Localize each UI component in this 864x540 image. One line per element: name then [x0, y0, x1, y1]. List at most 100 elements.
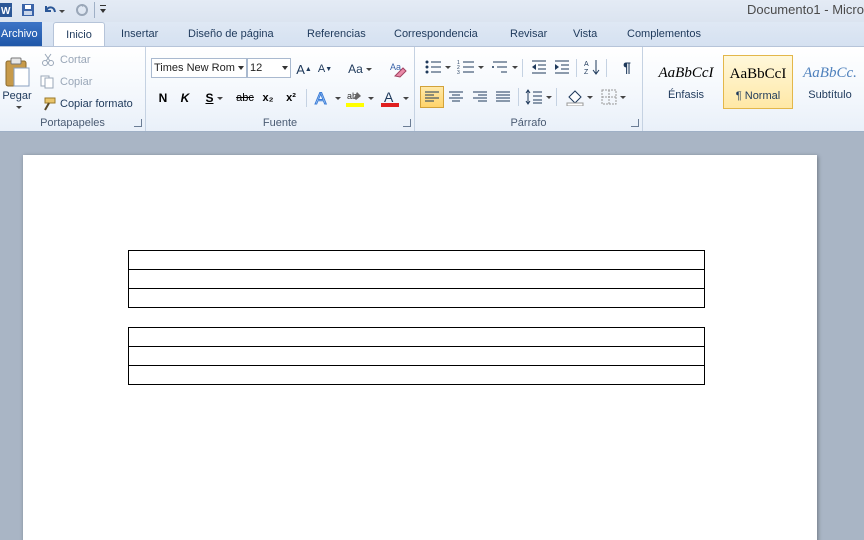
paragraph-launcher-icon[interactable] [631, 119, 639, 127]
shrink-font-button[interactable]: A ▼ [316, 60, 334, 78]
bold-button[interactable]: N [155, 89, 171, 107]
superscript-button[interactable]: x² [282, 89, 300, 107]
chevron-down-icon [238, 66, 244, 70]
ribbon: Pegar Cortar Copiar Copiar formato Porta… [0, 46, 864, 132]
tab-insertar[interactable]: Insertar [121, 22, 158, 46]
table-row [128, 250, 705, 270]
font-launcher-icon[interactable] [403, 119, 411, 127]
undo-icon[interactable] [42, 2, 58, 18]
bullets-button[interactable] [423, 57, 451, 77]
change-case-button[interactable]: Aa [347, 60, 373, 78]
justify-button[interactable] [492, 86, 514, 108]
tab-complementos[interactable]: Complementos [627, 22, 701, 46]
style-name: ¶ Normal [735, 90, 781, 102]
table-cell[interactable] [128, 250, 705, 270]
multilevel-list-button[interactable] [489, 57, 519, 77]
title-bar: W Documento1 - Micro [0, 0, 864, 22]
align-right-button[interactable] [469, 86, 491, 108]
table-row [128, 327, 705, 347]
copy-button[interactable]: Copiar [40, 74, 92, 90]
separator [606, 59, 607, 77]
separator [518, 88, 519, 106]
clipboard-launcher-icon[interactable] [134, 119, 142, 127]
qat-separator [94, 2, 95, 18]
style-subtitulo[interactable]: AaBbCc. Subtítulo [795, 55, 864, 109]
table-1[interactable] [128, 250, 705, 308]
table-cell[interactable] [128, 346, 705, 366]
numbered-list-icon: 123 [457, 60, 474, 75]
font-family-select[interactable]: Times New Rom [151, 58, 247, 78]
subscript-button[interactable]: x₂ [259, 89, 277, 107]
pilcrow-icon: ¶ [623, 59, 631, 75]
tab-referencias[interactable]: Referencias [307, 22, 366, 46]
undo-dropdown-icon[interactable] [58, 2, 66, 18]
style-sample: AaBbCc. [803, 65, 857, 81]
style-name: Subtítulo [808, 89, 852, 101]
table-cell[interactable] [128, 365, 705, 385]
borders-icon [601, 89, 616, 105]
table-row [128, 346, 705, 366]
decrease-indent-button[interactable] [529, 57, 549, 77]
document-page[interactable] [23, 155, 817, 540]
clear-format-button[interactable]: Aa [388, 59, 408, 79]
style-name: Énfasis [667, 89, 705, 101]
table-2[interactable] [128, 327, 705, 385]
font-color-icon: A [380, 89, 399, 107]
increase-indent-icon [555, 60, 569, 74]
style-enfasis[interactable]: AaBbCcI Énfasis [651, 55, 721, 109]
word-icon[interactable]: W [0, 2, 16, 18]
underline-label: S [205, 91, 214, 105]
text-effects-button[interactable]: A [313, 87, 341, 109]
line-spacing-button[interactable] [524, 86, 552, 108]
underline-button[interactable]: S [201, 89, 227, 107]
style-sample: AaBbCcI [729, 66, 787, 82]
redo-icon[interactable] [74, 2, 90, 18]
strikethrough-button[interactable]: abc [234, 89, 256, 107]
italic-button[interactable]: K [177, 89, 193, 107]
paint-bucket-icon [566, 90, 583, 106]
styles-group: AaBbCcI Énfasis AaBbCcI ¶ Normal AaBbCc.… [643, 47, 864, 131]
tab-vista[interactable]: Vista [573, 22, 597, 46]
table-cell[interactable] [128, 269, 705, 289]
change-case-icon: Aa [348, 62, 363, 76]
numbering-button[interactable]: 123 [455, 57, 485, 77]
sort-button[interactable]: AZ [582, 57, 602, 77]
increase-indent-button[interactable] [552, 57, 572, 77]
align-left-button[interactable] [420, 86, 444, 108]
justify-icon [496, 91, 510, 102]
grow-font-button[interactable]: A ▲ [295, 60, 313, 78]
show-formatting-button[interactable]: ¶ [617, 57, 637, 77]
font-size-select[interactable]: 12 [247, 58, 291, 78]
tab-correspondencia[interactable]: Correspondencia [394, 22, 478, 46]
table-row [128, 288, 705, 308]
highlighter-icon: ab [345, 91, 364, 107]
shading-button[interactable] [564, 86, 594, 108]
font-color-button[interactable]: A [379, 87, 409, 109]
tab-revisar[interactable]: Revisar [510, 22, 547, 46]
paste-icon [5, 57, 30, 86]
copy-label: Copiar [60, 76, 93, 88]
save-icon[interactable] [20, 2, 36, 18]
table-cell[interactable] [128, 288, 705, 308]
paste-dropdown-icon [15, 105, 22, 109]
separator [522, 59, 523, 77]
highlight-button[interactable]: ab [343, 87, 375, 109]
style-normal[interactable]: AaBbCcI ¶ Normal [723, 55, 793, 109]
paragraph-group-label: Párrafo [510, 117, 547, 129]
align-center-button[interactable] [445, 86, 467, 108]
cut-button[interactable]: Cortar [40, 52, 91, 68]
tab-archivo[interactable]: Archivo [0, 22, 42, 46]
tab-diseno-pagina[interactable]: Diseño de página [188, 22, 274, 46]
customize-qat-icon[interactable] [98, 2, 108, 18]
decrease-indent-icon [532, 60, 546, 74]
align-left-icon [425, 91, 439, 102]
separator [576, 59, 577, 77]
ribbon-tabs: Archivo Inicio Insertar Diseño de página… [0, 22, 864, 46]
paste-button[interactable]: Pegar [0, 51, 34, 113]
borders-button[interactable] [599, 86, 627, 108]
format-painter-button[interactable]: Copiar formato [40, 96, 133, 112]
svg-text:Aa: Aa [390, 62, 401, 72]
tab-inicio[interactable]: Inicio [53, 22, 105, 46]
table-cell[interactable] [128, 327, 705, 347]
clipboard-group-label: Portapapeles [40, 117, 105, 129]
